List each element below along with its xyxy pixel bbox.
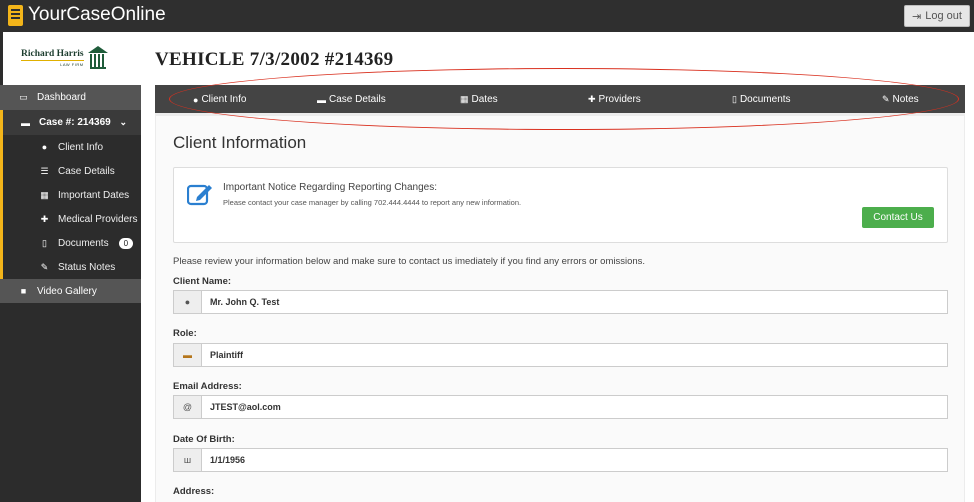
sidebar-item-label: Client Info bbox=[58, 141, 104, 153]
contact-us-button[interactable]: Contact Us bbox=[862, 207, 934, 228]
firm-name: Richard Harris bbox=[21, 48, 84, 59]
medkit-icon: ✚ bbox=[588, 94, 596, 104]
sidebar-item-documents[interactable]: ▯ Documents 0 bbox=[0, 231, 141, 255]
main-content: VEHICLE 7/3/2002 #214369 ● Client Info ▬… bbox=[141, 32, 974, 502]
role-value: Plaintiff bbox=[210, 350, 243, 360]
sidebar-item-medical-providers[interactable]: ✚ Medical Providers bbox=[0, 207, 141, 231]
client-name-field[interactable]: ● Mr. John Q. Test bbox=[173, 290, 948, 314]
sidebar-item-label: Important Dates bbox=[58, 189, 130, 201]
sidebar-item-status-notes[interactable]: ✎ Status Notes bbox=[0, 255, 141, 279]
briefcase-icon: ▬ bbox=[21, 117, 30, 128]
section-title: Client Information bbox=[173, 133, 307, 152]
case-tab-bar: ● Client Info ▬ Case Details ▦ Dates ✚ P… bbox=[155, 85, 965, 113]
client-info-panel: Client Information Important Notice Rega… bbox=[155, 113, 965, 502]
user-icon: ● bbox=[41, 142, 48, 152]
sidebar-item-label: Case #: 214369 bbox=[39, 117, 111, 128]
email-field[interactable]: @ JTEST@aol.com bbox=[173, 395, 948, 419]
briefcase-icon: ▬ bbox=[174, 344, 202, 366]
email-label: Email Address: bbox=[173, 381, 242, 392]
documents-count-badge: 0 bbox=[118, 237, 134, 249]
chevron-down-icon: ⌄ bbox=[119, 117, 127, 127]
sidebar-item-label: Case Details bbox=[58, 165, 115, 177]
sidebar-item-dashboard[interactable]: ▭ Dashboard bbox=[0, 85, 141, 110]
logout-label: Log out bbox=[925, 10, 962, 22]
sidebar-item-case-details[interactable]: ☰ Case Details bbox=[0, 159, 141, 183]
sidebar-item-label: Documents bbox=[58, 237, 109, 249]
notice-box: Important Notice Regarding Reporting Cha… bbox=[173, 167, 948, 243]
at-icon: @ bbox=[174, 396, 202, 418]
tab-case-details[interactable]: ▬ Case Details bbox=[317, 94, 386, 105]
briefcase-icon: ▬ bbox=[317, 94, 326, 105]
monitor-icon: ▭ bbox=[19, 92, 28, 102]
sidebar-item-client-info[interactable]: ● Client Info bbox=[0, 135, 141, 159]
document-icon: ▯ bbox=[732, 94, 737, 104]
sidebar-item-important-dates[interactable]: ▦ Important Dates bbox=[0, 183, 141, 207]
intro-text: Please review your information below and… bbox=[173, 256, 646, 267]
list-icon: ☰ bbox=[40, 165, 49, 176]
sidebar-item-label: Video Gallery bbox=[37, 285, 97, 297]
logout-icon: ⇥ bbox=[912, 10, 922, 23]
app-title: YourCaseOnline bbox=[28, 4, 166, 25]
birthday-cake-icon: ш bbox=[174, 449, 202, 471]
edit-icon bbox=[187, 184, 212, 206]
calendar-icon: ▦ bbox=[40, 189, 49, 200]
tab-notes[interactable]: ✎ Notes bbox=[882, 94, 919, 105]
tab-label: Documents bbox=[739, 94, 791, 105]
tab-dates[interactable]: ▦ Dates bbox=[460, 94, 498, 105]
tab-client-info[interactable]: ● Client Info bbox=[193, 94, 246, 105]
tab-label: Client Info bbox=[201, 94, 247, 105]
brand-logo-icon bbox=[8, 4, 23, 26]
tab-documents[interactable]: ▯ Documents bbox=[732, 94, 791, 105]
dob-label: Date Of Birth: bbox=[173, 434, 235, 445]
sidebar-item-label: Dashboard bbox=[37, 92, 86, 103]
firm-logo: Richard Harris LAW FIRM bbox=[0, 32, 141, 85]
top-bar: YourCaseOnline ⇥ Log out bbox=[0, 0, 974, 32]
document-icon: ▯ bbox=[42, 237, 47, 248]
sidebar-item-label: Status Notes bbox=[58, 261, 116, 273]
email-value: JTEST@aol.com bbox=[210, 402, 281, 412]
pencil-icon: ✎ bbox=[882, 94, 890, 104]
logout-button[interactable]: ⇥ Log out bbox=[904, 5, 970, 27]
tab-providers[interactable]: ✚ Providers bbox=[588, 94, 641, 105]
role-field[interactable]: ▬ Plaintiff bbox=[173, 343, 948, 367]
notice-title: Important Notice Regarding Reporting Cha… bbox=[223, 182, 438, 193]
pencil-icon: ✎ bbox=[40, 261, 49, 272]
user-icon: ● bbox=[193, 94, 199, 105]
role-label: Role: bbox=[173, 328, 197, 339]
app-brand[interactable]: YourCaseOnline bbox=[8, 4, 166, 26]
address-label: Address: bbox=[173, 486, 215, 497]
tab-label: Notes bbox=[892, 94, 919, 105]
sidebar-item-video-gallery[interactable]: ■ Video Gallery bbox=[0, 279, 141, 303]
sidebar-item-case[interactable]: ▬ Case #: 214369 ⌄ bbox=[0, 110, 141, 135]
sidebar: Richard Harris LAW FIRM ▭ Dashboard ▬ Ca… bbox=[0, 32, 141, 502]
calendar-icon: ▦ bbox=[460, 94, 469, 104]
tab-label: Case Details bbox=[329, 94, 386, 105]
medkit-icon: ✚ bbox=[40, 213, 49, 224]
tab-label: Dates bbox=[471, 94, 498, 105]
tab-label: Providers bbox=[598, 94, 641, 105]
user-icon: ● bbox=[174, 291, 202, 313]
dob-value: 1/1/1956 bbox=[210, 455, 246, 465]
client-name-value: Mr. John Q. Test bbox=[210, 297, 280, 307]
video-camera-icon: ■ bbox=[20, 286, 27, 296]
notice-text: Please contact your case manager by call… bbox=[223, 198, 522, 207]
client-info-panel-body: Client Information Important Notice Rega… bbox=[156, 116, 964, 502]
firm-subtitle: LAW FIRM bbox=[21, 60, 84, 67]
courthouse-icon bbox=[87, 45, 108, 72]
sidebar-item-label: Medical Providers bbox=[58, 213, 138, 225]
page-title: VEHICLE 7/3/2002 #214369 bbox=[155, 49, 394, 70]
client-name-label: Client Name: bbox=[173, 276, 232, 287]
dob-field[interactable]: ш 1/1/1956 bbox=[173, 448, 948, 472]
